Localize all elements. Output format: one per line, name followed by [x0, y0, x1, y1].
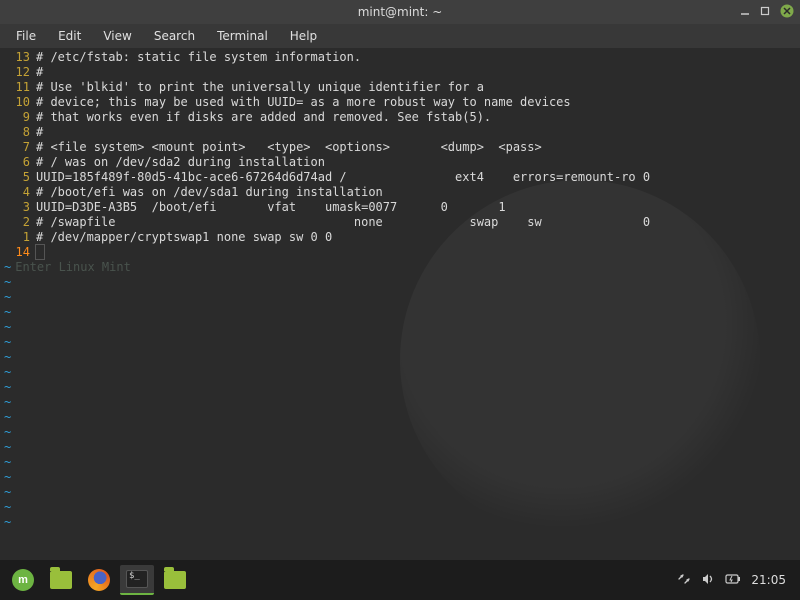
- taskbar: m 21:05: [0, 560, 800, 600]
- code-line: # /dev/mapper/cryptswap1 none swap sw 0 …: [36, 230, 800, 245]
- code-line: # <file system> <mount point> <type> <op…: [36, 140, 800, 155]
- line-number: 1: [0, 230, 36, 245]
- firefox-launcher[interactable]: [82, 565, 116, 595]
- line-number: 7: [0, 140, 36, 155]
- code-line: # /etc/fstab: static file system informa…: [36, 50, 800, 65]
- menu-edit[interactable]: Edit: [48, 27, 91, 45]
- line-number: 10: [0, 95, 36, 110]
- folder-icon: [164, 571, 186, 589]
- code-line: #: [36, 65, 800, 80]
- minimize-icon[interactable]: [740, 6, 750, 16]
- empty-line-tilde: ~: [0, 335, 11, 350]
- empty-line-tilde: ~: [0, 470, 11, 485]
- code-line: UUID=D3DE-A3B5 /boot/efi vfat umask=0077…: [36, 200, 800, 215]
- files-launcher[interactable]: [158, 565, 192, 595]
- line-number: 6: [0, 155, 36, 170]
- menu-search[interactable]: Search: [144, 27, 205, 45]
- firefox-icon: [88, 569, 110, 591]
- battery-icon[interactable]: [725, 573, 741, 588]
- menu-file[interactable]: File: [6, 27, 46, 45]
- line-number: 11: [0, 80, 36, 95]
- empty-line-tilde: ~: [0, 260, 11, 275]
- empty-line-tilde: ~: [0, 410, 11, 425]
- empty-line-tilde: ~: [0, 320, 11, 335]
- empty-line-tilde: ~: [0, 455, 11, 470]
- line-number: 2: [0, 215, 36, 230]
- current-line-number: 14: [0, 245, 36, 260]
- code-line: # /swapfile none swap sw 0: [36, 215, 800, 230]
- mint-logo-icon: m: [12, 569, 34, 591]
- line-number: 8: [0, 125, 36, 140]
- network-icon[interactable]: [677, 572, 691, 589]
- empty-line-tilde: ~: [0, 380, 11, 395]
- cursor-line: [36, 245, 800, 260]
- show-desktop-button[interactable]: [44, 565, 78, 595]
- code-line: # /boot/efi was on /dev/sda1 during inst…: [36, 185, 800, 200]
- volume-icon[interactable]: [701, 572, 715, 589]
- empty-line-tilde: ~: [0, 485, 11, 500]
- line-number: 3: [0, 200, 36, 215]
- terminal-area[interactable]: 13# /etc/fstab: static file system infor…: [0, 48, 800, 560]
- empty-line-tilde: ~: [0, 365, 11, 380]
- window-title: mint@mint: ~: [358, 5, 443, 19]
- line-number: 9: [0, 110, 36, 125]
- terminal-icon: [126, 570, 148, 588]
- menu-terminal[interactable]: Terminal: [207, 27, 278, 45]
- line-number: 4: [0, 185, 36, 200]
- ghost-hint: Enter Linux Mint: [11, 260, 131, 275]
- line-number: 13: [0, 50, 36, 65]
- empty-line-tilde: ~: [0, 305, 11, 320]
- empty-line-tilde: ~: [0, 515, 11, 530]
- code-line: #: [36, 125, 800, 140]
- code-line: # Use 'blkid' to print the universally u…: [36, 80, 800, 95]
- code-line: UUID=185f489f-80d5-41bc-ace6-67264d6d74a…: [36, 170, 800, 185]
- line-number: 5: [0, 170, 36, 185]
- clock[interactable]: 21:05: [751, 573, 786, 587]
- empty-line-tilde: ~: [0, 290, 11, 305]
- empty-line-tilde: ~: [0, 350, 11, 365]
- text-cursor: [36, 245, 44, 259]
- menu-view[interactable]: View: [93, 27, 141, 45]
- code-line: # / was on /dev/sda2 during installation: [36, 155, 800, 170]
- start-menu-button[interactable]: m: [6, 565, 40, 595]
- empty-line-tilde: ~: [0, 440, 11, 455]
- empty-line-tilde: ~: [0, 275, 11, 290]
- folder-icon: [50, 571, 72, 589]
- task-terminal[interactable]: [120, 565, 154, 595]
- close-icon[interactable]: [780, 4, 794, 18]
- code-line: # that works even if disks are added and…: [36, 110, 800, 125]
- menu-bar: File Edit View Search Terminal Help: [0, 24, 800, 48]
- maximize-icon[interactable]: [760, 6, 770, 16]
- empty-line-tilde: ~: [0, 500, 11, 515]
- empty-line-tilde: ~: [0, 425, 11, 440]
- menu-help[interactable]: Help: [280, 27, 327, 45]
- window-titlebar: mint@mint: ~: [0, 0, 800, 24]
- code-line: # device; this may be used with UUID= as…: [36, 95, 800, 110]
- line-number: 12: [0, 65, 36, 80]
- empty-line-tilde: ~: [0, 395, 11, 410]
